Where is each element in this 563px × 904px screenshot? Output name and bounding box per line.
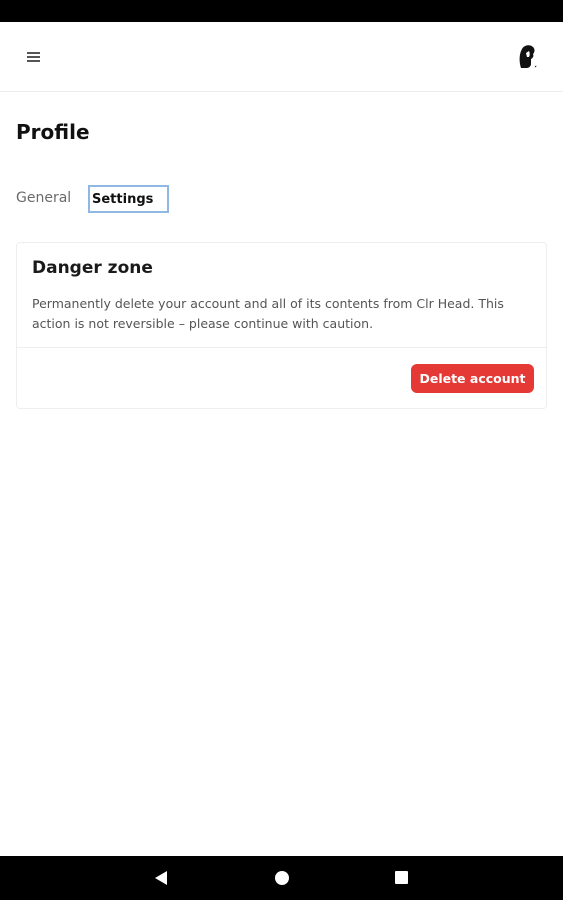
back-triangle-icon[interactable] — [142, 856, 182, 900]
hamburger-menu-icon[interactable] — [24, 49, 44, 65]
recents-square-icon[interactable] — [382, 856, 422, 900]
danger-zone-description: Permanently delete your account and all … — [32, 296, 504, 331]
delete-account-button[interactable]: Delete account — [411, 364, 534, 393]
danger-zone-title: Danger zone — [32, 258, 153, 278]
home-circle-icon[interactable] — [262, 856, 302, 900]
status-bar — [0, 0, 563, 22]
card-divider — [17, 347, 546, 348]
system-navigation-bar — [0, 856, 563, 900]
page-title: Profile — [16, 120, 90, 144]
tab-settings[interactable]: Settings — [88, 185, 169, 213]
tab-general[interactable]: General — [16, 185, 71, 213]
avatar[interactable] — [513, 42, 541, 70]
app-header — [0, 22, 563, 92]
user-avatar-icon — [513, 42, 541, 70]
danger-zone-card: Danger zone Permanently delete your acco… — [16, 242, 547, 409]
